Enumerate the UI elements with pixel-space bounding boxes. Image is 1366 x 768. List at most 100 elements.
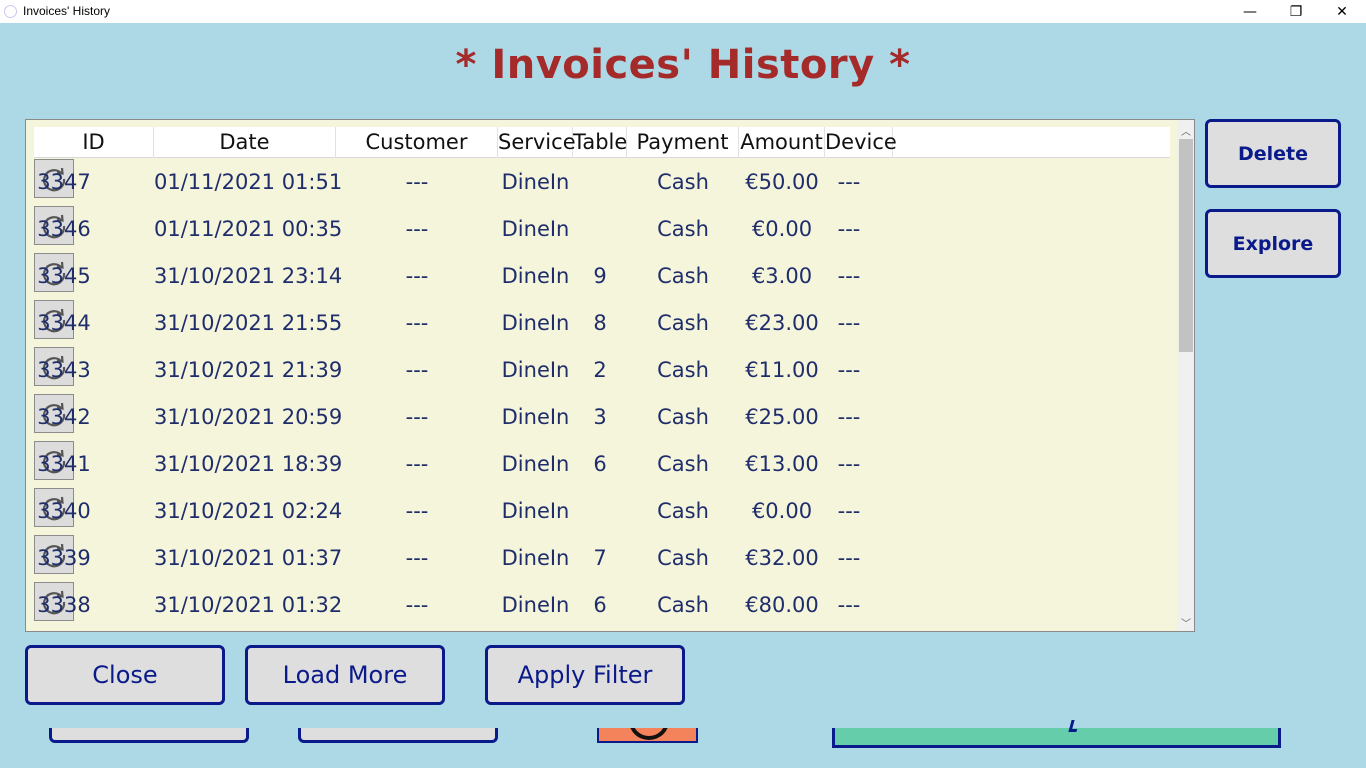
- cell-amount: €23.00: [745, 311, 819, 335]
- load-more-button[interactable]: Load More: [245, 645, 445, 705]
- cell-service: DineIn: [501, 405, 570, 429]
- cell-date: 31/10/2021 02:24: [154, 499, 343, 523]
- cell-device: ---: [837, 311, 861, 335]
- column-header-id[interactable]: ID: [34, 127, 154, 158]
- table-row[interactable]: 3344 31/10/2021 21:55 --- DineIn 8 Cash …: [34, 300, 1170, 347]
- column-header-amount[interactable]: Amount: [739, 127, 825, 158]
- cell-service: DineIn: [501, 311, 570, 335]
- table-row[interactable]: 3342 31/10/2021 20:59 --- DineIn 3 Cash …: [34, 394, 1170, 441]
- cell-service: DineIn: [501, 358, 570, 382]
- cell-payment: Cash: [657, 452, 709, 476]
- cell-customer: ---: [405, 546, 429, 570]
- cell-date: 31/10/2021 18:39: [154, 452, 343, 476]
- invoices-table: ID Date Customer Service Table Payment A…: [25, 119, 1195, 632]
- cell-id: 3344: [37, 311, 91, 335]
- cell-customer: ---: [405, 358, 429, 382]
- cell-table: 7: [593, 546, 607, 570]
- column-header-service[interactable]: Service: [498, 127, 576, 158]
- table-header: ID Date Customer Service Table Payment A…: [34, 127, 1170, 158]
- explore-button[interactable]: Explore: [1205, 209, 1341, 278]
- apply-filter-button[interactable]: Apply Filter: [485, 645, 685, 705]
- maximize-button[interactable]: ❐: [1273, 0, 1319, 23]
- cell-id: 3340: [37, 499, 91, 523]
- window-titlebar: Invoices' History — ❐ ✕: [0, 0, 1366, 23]
- cell-table: [573, 206, 627, 253]
- cell-id: 3341: [37, 452, 91, 476]
- cell-amount: €0.00: [751, 217, 813, 241]
- cell-service: DineIn: [501, 264, 570, 288]
- column-header-table[interactable]: Table: [573, 127, 627, 158]
- delete-button[interactable]: Delete: [1205, 119, 1341, 188]
- cell-payment: Cash: [657, 546, 709, 570]
- cell-device: ---: [837, 405, 861, 429]
- scroll-thumb[interactable]: [1179, 139, 1193, 352]
- cell-device: ---: [837, 358, 861, 382]
- close-window-button[interactable]: ✕: [1319, 0, 1365, 23]
- cell-table: 3: [593, 405, 607, 429]
- cell-payment: Cash: [657, 311, 709, 335]
- app-icon: [4, 5, 17, 18]
- table-row[interactable]: 3339 31/10/2021 01:37 --- DineIn 7 Cash …: [34, 535, 1170, 582]
- background-button-1: [49, 728, 249, 743]
- table-row[interactable]: 3346 01/11/2021 00:35 --- DineIn Cash €0…: [34, 206, 1170, 253]
- cell-id: 3347: [37, 170, 91, 194]
- background-button-4: [832, 720, 1281, 748]
- cell-device: ---: [837, 217, 861, 241]
- cell-payment: Cash: [657, 405, 709, 429]
- cell-table: [573, 159, 627, 206]
- close-button[interactable]: Close: [25, 645, 225, 705]
- cell-date: 31/10/2021 01:32: [154, 593, 343, 617]
- table-row[interactable]: 3340 31/10/2021 02:24 --- DineIn Cash €0…: [34, 488, 1170, 535]
- cell-amount: €13.00: [745, 452, 819, 476]
- cell-device: ---: [837, 593, 861, 617]
- column-header-device[interactable]: Device: [825, 127, 897, 158]
- cell-payment: Cash: [657, 170, 709, 194]
- cell-id: 3345: [37, 264, 91, 288]
- cell-amount: €0.00: [751, 499, 813, 523]
- cell-payment: Cash: [657, 264, 709, 288]
- window-title: Invoices' History: [23, 4, 110, 18]
- cell-payment: Cash: [657, 358, 709, 382]
- cell-date: 01/11/2021 00:35: [154, 217, 343, 241]
- minimize-button[interactable]: —: [1227, 0, 1273, 23]
- cell-service: DineIn: [501, 452, 570, 476]
- column-header-date[interactable]: Date: [154, 127, 336, 158]
- cell-device: ---: [837, 499, 861, 523]
- cell-service: DineIn: [501, 217, 570, 241]
- cell-customer: ---: [405, 405, 429, 429]
- cell-date: 31/10/2021 21:55: [154, 311, 343, 335]
- cell-id: 3342: [37, 405, 91, 429]
- table-row[interactable]: 3347 01/11/2021 01:51 --- DineIn Cash €5…: [34, 159, 1170, 206]
- table-row[interactable]: 3345 31/10/2021 23:14 --- DineIn 9 Cash …: [34, 253, 1170, 300]
- cell-device: ---: [837, 170, 861, 194]
- cell-payment: Cash: [657, 499, 709, 523]
- table-row[interactable]: 3343 31/10/2021 21:39 --- DineIn 2 Cash …: [34, 347, 1170, 394]
- cell-amount: €50.00: [745, 170, 819, 194]
- cell-amount: €3.00: [751, 264, 813, 288]
- cell-amount: €32.00: [745, 546, 819, 570]
- cell-id: 3339: [37, 546, 91, 570]
- scroll-up-icon[interactable]: ︿: [1177, 122, 1194, 138]
- cell-id: 3346: [37, 217, 91, 241]
- cell-date: 01/11/2021 01:51: [154, 170, 343, 194]
- cell-customer: ---: [405, 217, 429, 241]
- cell-customer: ---: [405, 499, 429, 523]
- vertical-scrollbar[interactable]: ︿ ﹀: [1177, 120, 1194, 631]
- cell-amount: €11.00: [745, 358, 819, 382]
- column-header-payment[interactable]: Payment: [627, 127, 739, 158]
- cell-device: ---: [837, 452, 861, 476]
- background-button-2: [298, 728, 498, 743]
- cell-id: 3343: [37, 358, 91, 382]
- cell-date: 31/10/2021 20:59: [154, 405, 343, 429]
- cell-amount: €25.00: [745, 405, 819, 429]
- cell-id: 3338: [37, 593, 91, 617]
- cell-table: 2: [593, 358, 607, 382]
- cell-date: 31/10/2021 21:39: [154, 358, 343, 382]
- table-row[interactable]: 3338 31/10/2021 01:32 --- DineIn 6 Cash …: [34, 582, 1170, 629]
- table-row[interactable]: 3341 31/10/2021 18:39 --- DineIn 6 Cash …: [34, 441, 1170, 488]
- scroll-down-icon[interactable]: ﹀: [1177, 614, 1194, 630]
- cell-date: 31/10/2021 23:14: [154, 264, 343, 288]
- column-header-customer[interactable]: Customer: [336, 127, 498, 158]
- cell-table: 6: [593, 452, 607, 476]
- cell-table: 8: [593, 311, 607, 335]
